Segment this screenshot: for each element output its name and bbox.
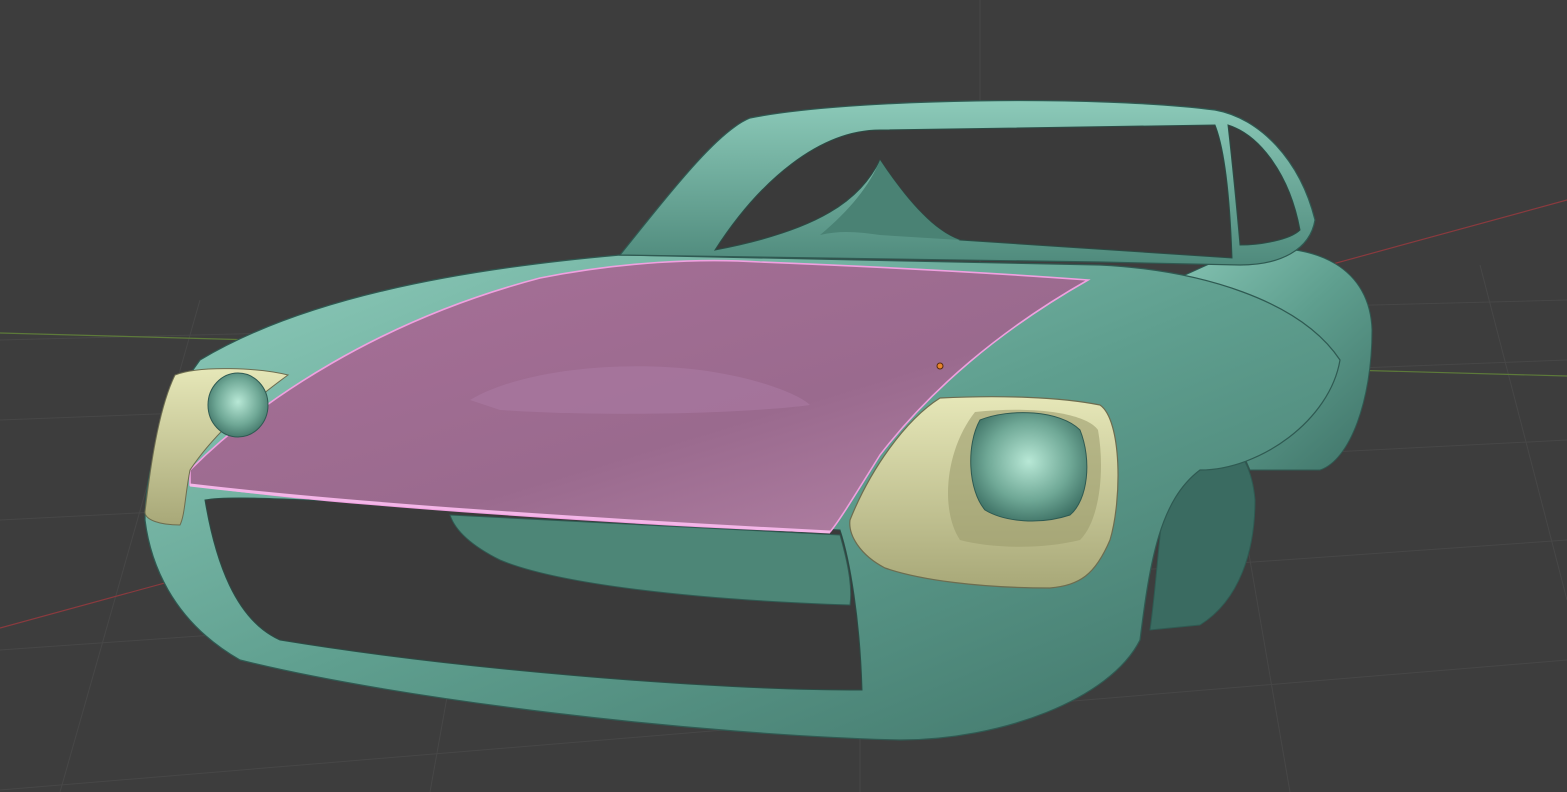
object-origin-point[interactable] xyxy=(936,362,944,370)
viewport-canvas[interactable] xyxy=(0,0,1567,792)
3d-viewport[interactable] xyxy=(0,0,1567,792)
car-roof[interactable] xyxy=(618,99,1316,266)
headlight-left-lens xyxy=(207,372,269,438)
headlight-right-lens xyxy=(970,412,1088,522)
